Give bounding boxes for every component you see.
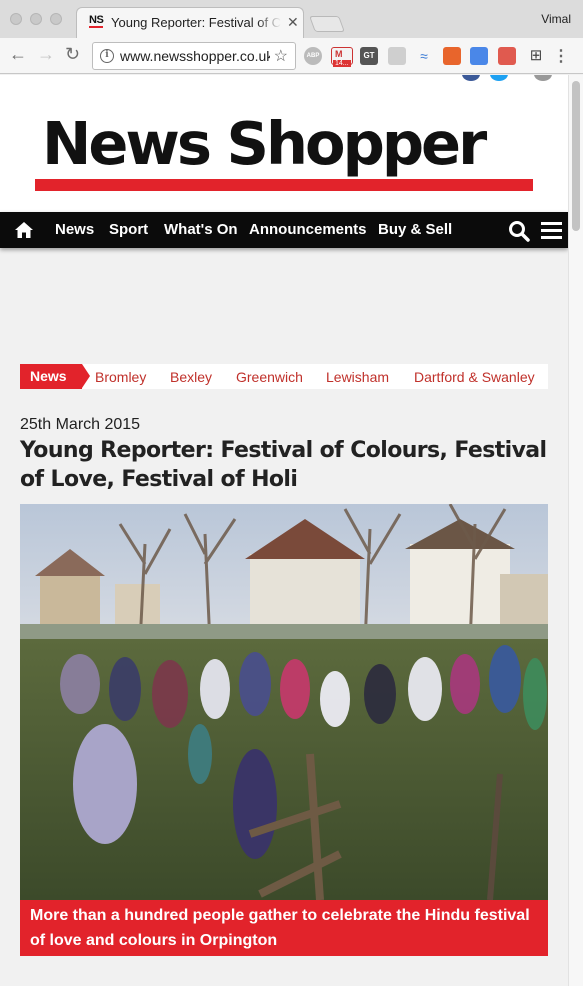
article-date: 25th March 2015 [20,416,141,433]
profile-name[interactable]: Vimal [541,12,571,26]
adblock-extension-icon[interactable]: ABP [304,47,322,65]
main-nav: News Sport What's On Announcements Buy &… [0,212,568,248]
window-close-button[interactable] [10,13,22,25]
facebook-icon[interactable] [462,75,480,81]
browser-menu-icon[interactable]: ⋮ [553,46,569,66]
window-minimize-button[interactable] [30,13,42,25]
article-photo[interactable] [20,504,548,900]
masthead: News Shopper [0,75,568,212]
section-tab-news[interactable]: News [20,364,90,389]
home-icon[interactable] [14,221,34,239]
new-tab-button[interactable] [309,16,345,32]
site-info-icon[interactable]: i [100,49,114,63]
tab-title: Young Reporter: Festival of Colours [111,15,281,30]
nav-item-whats-on[interactable]: What's On [164,221,238,238]
news-shopper-favicon-icon: NS [89,14,104,28]
reload-icon[interactable]: ↻ [65,44,80,65]
browser-tab[interactable]: NS Young Reporter: Festival of Colours ✕ [76,7,304,38]
photo-caption: More than a hundred people gather to cel… [20,900,548,956]
section-link-greenwich[interactable]: Greenwich [236,369,303,385]
url-text[interactable]: www.newsshopper.co.uk [120,48,270,64]
blue-extension-icon[interactable] [470,47,488,65]
section-link-dartford-swanley[interactable]: Dartford & Swanley [414,369,535,385]
nav-item-news[interactable]: News [55,221,94,238]
account-icon[interactable] [534,75,552,81]
logo-underline-bar [35,179,533,191]
article-title: Young Reporter: Festival of Colours, Fes… [20,438,547,492]
section-tabs: News Bromley Bexley Greenwich Lewisham D… [20,364,548,389]
section-link-bexley[interactable]: Bexley [170,369,212,385]
news-shopper-logo[interactable]: News Shopper [42,111,487,177]
web-page: News Shopper News Sport What's On Announ… [0,75,568,986]
browser-toolbar: ← → ↻ i www.newsshopper.co.uk ☆ ABP M 14… [0,38,583,74]
tab-close-icon[interactable]: ✕ [287,14,299,31]
forward-arrow-icon[interactable]: → [37,44,55,65]
back-arrow-icon[interactable]: ← [9,44,27,65]
browser-tab-strip: NS Young Reporter: Festival of Colours ✕… [0,0,583,38]
apps-grid-icon[interactable]: ⊞ [527,47,545,65]
wave-extension-icon[interactable]: ≈ [415,47,433,65]
scrollbar-thumb[interactable] [572,81,580,231]
nav-item-sport[interactable]: Sport [109,221,148,238]
page-scrollbar[interactable] [568,75,583,986]
nav-item-announcements[interactable]: Announcements [249,221,367,238]
nav-item-buy-sell[interactable]: Buy & Sell [378,221,452,238]
twitter-icon[interactable] [490,75,508,81]
gmail-unread-badge: 14... [333,60,351,67]
gmail-m-icon: M [335,49,343,59]
office-extension-icon[interactable] [443,47,461,65]
search-icon[interactable] [508,220,530,242]
section-link-bromley[interactable]: Bromley [95,369,146,385]
section-link-lewisham[interactable]: Lewisham [326,369,389,385]
address-bar[interactable]: i www.newsshopper.co.uk ☆ [92,42,296,70]
bookmark-star-icon[interactable]: ☆ [274,46,288,66]
hamburger-menu-icon[interactable] [541,222,562,239]
window-zoom-button[interactable] [50,13,62,25]
disabled-extension-icon[interactable] [388,47,406,65]
red-extension-icon[interactable] [498,47,516,65]
gmail-extension-icon[interactable]: M 14... [331,47,353,67]
google-translate-extension-icon[interactable]: GT [360,47,378,65]
